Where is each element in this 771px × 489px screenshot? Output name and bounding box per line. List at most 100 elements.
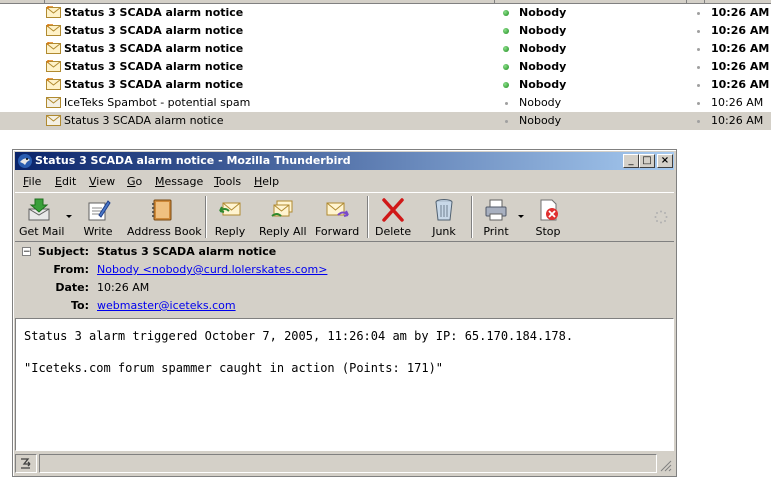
from-row: From: Nobody <nobody@curd.lolerskates.co… — [15, 261, 674, 279]
message-sender: Nobody — [519, 78, 567, 91]
message-subject: Status 3 SCADA alarm notice — [64, 42, 244, 55]
reply-button[interactable]: Reply — [213, 197, 247, 238]
write-button[interactable]: Write — [81, 197, 115, 238]
reply-all-icon — [271, 200, 293, 217]
offline-toggle[interactable] — [15, 454, 37, 473]
main-toolbar: Get Mail Write Address Book Reply Reply … — [15, 192, 674, 242]
title-bar[interactable]: Status 3 SCADA alarm notice - Mozilla Th… — [15, 152, 674, 170]
envelope-icon — [46, 6, 61, 18]
reply-icon — [219, 202, 241, 216]
forward-icon — [326, 202, 349, 217]
minimize-button[interactable]: _ — [623, 154, 639, 168]
menu-tools[interactable]: Tools — [214, 175, 241, 188]
message-row[interactable]: Status 3 SCADA alarm notice Nobody 10:26 A… — [0, 76, 771, 94]
message-row[interactable]: Status 3 SCADA alarm notice Nobody 10:26 A… — [0, 40, 771, 58]
write-icon — [88, 200, 111, 221]
message-body[interactable]: Status 3 alarm triggered October 7, 2005… — [15, 318, 674, 451]
envelope-icon — [46, 24, 61, 36]
address-book-button[interactable]: Address Book — [127, 197, 202, 238]
menu-help[interactable]: Help — [254, 175, 279, 188]
priority-dot-icon — [697, 48, 700, 51]
menu-view[interactable]: View — [89, 175, 115, 188]
body-line: "Iceteks.com forum spammer caught in act… — [24, 361, 444, 375]
offline-icon — [21, 458, 31, 469]
message-sender: Nobody — [519, 96, 562, 109]
window-title: Status 3 SCADA alarm notice - Mozilla Th… — [35, 154, 351, 167]
priority-dot-icon — [697, 120, 700, 123]
date-label: Date: — [55, 281, 89, 294]
subject-label: Subject: — [37, 245, 89, 258]
forward-button[interactable]: Forward — [315, 197, 359, 238]
status-text-panel — [39, 454, 657, 473]
message-subject: IceTeks Spambot - potential spam — [64, 96, 251, 109]
print-icon — [485, 199, 507, 221]
junk-button[interactable]: Junk — [429, 197, 459, 238]
envelope-icon — [46, 60, 61, 72]
message-date: 10:26 AM — [711, 114, 764, 127]
message-date: 10:26 AM — [711, 24, 770, 37]
stop-button[interactable]: Stop — [533, 197, 563, 238]
message-sender: Nobody — [519, 6, 567, 19]
status-dot-icon — [505, 102, 508, 105]
subject-row: Subject: Status 3 SCADA alarm notice — [15, 243, 674, 261]
priority-dot-icon — [697, 102, 700, 105]
message-sender: Nobody — [519, 60, 567, 73]
priority-dot-icon — [697, 12, 700, 15]
status-dot-icon — [505, 120, 508, 123]
menu-edit[interactable]: Edit — [55, 175, 76, 188]
thunderbird-icon — [18, 154, 32, 168]
message-date: 10:26 AM — [711, 60, 770, 73]
get-mail-icon — [28, 198, 50, 221]
delete-icon — [382, 198, 404, 222]
status-bar — [15, 453, 674, 474]
message-header-pane: − Subject: Status 3 SCADA alarm notice F… — [15, 243, 674, 318]
from-label: From: — [53, 263, 89, 276]
reply-all-button[interactable]: Reply All — [259, 197, 307, 238]
online-status-icon — [503, 82, 509, 88]
print-button[interactable]: Print — [479, 197, 513, 238]
message-date: 10:26 AM — [711, 78, 770, 91]
maximize-button[interactable]: □ — [639, 154, 655, 168]
priority-dot-icon — [697, 84, 700, 87]
subject-value: Status 3 SCADA alarm notice — [97, 245, 277, 258]
close-button[interactable]: × — [657, 154, 673, 168]
message-window: Status 3 SCADA alarm notice - Mozilla Th… — [12, 149, 677, 477]
delete-button[interactable]: Delete — [375, 197, 411, 238]
message-subject: Status 3 SCADA alarm notice — [64, 60, 244, 73]
message-date: 10:26 AM — [711, 96, 764, 109]
message-row[interactable]: Status 3 SCADA alarm notice Nobody 10:26 A… — [0, 112, 771, 130]
throbber-icon — [654, 210, 668, 224]
menu-file[interactable]: File — [23, 175, 41, 188]
to-row: To: webmaster@iceteks.com — [15, 297, 674, 315]
body-line: Status 3 alarm triggered October 7, 2005… — [24, 329, 574, 343]
online-status-icon — [503, 28, 509, 34]
envelope-icon — [46, 42, 61, 54]
to-link[interactable]: webmaster@iceteks.com — [97, 297, 236, 315]
message-subject: Status 3 SCADA alarm notice — [64, 6, 244, 19]
date-row: Date: 10:26 AM — [15, 279, 674, 297]
online-status-icon — [503, 64, 509, 70]
menu-message[interactable]: Message — [155, 175, 203, 188]
message-row[interactable]: Status 3 SCADA alarm notice Nobody 10:26 A… — [0, 58, 771, 76]
message-row[interactable]: Status 3 SCADA alarm notice Nobody 10:26 A… — [0, 4, 771, 22]
from-link[interactable]: Nobody <nobody@curd.lolerskates.com> — [97, 261, 327, 279]
get-mail-button[interactable]: Get Mail — [19, 197, 64, 238]
message-subject: Status 3 SCADA alarm notice — [64, 24, 244, 37]
to-label: To: — [71, 299, 89, 312]
message-list: Status 3 SCADA alarm notice Nobody 10:26 A… — [0, 0, 771, 130]
address-book-icon — [152, 199, 172, 221]
message-row[interactable]: IceTeks Spambot - potential spam Nobody 10… — [0, 94, 771, 112]
date-value: 10:26 AM — [97, 281, 150, 294]
resize-grip-icon[interactable] — [660, 460, 672, 472]
envelope-icon — [46, 115, 61, 126]
online-status-icon — [503, 10, 509, 16]
menu-bar: File Edit View Go Message Tools Help — [15, 172, 674, 191]
junk-icon — [435, 199, 453, 221]
priority-dot-icon — [697, 30, 700, 33]
message-sender: Nobody — [519, 24, 567, 37]
priority-dot-icon — [697, 66, 700, 69]
menu-go[interactable]: Go — [127, 175, 142, 188]
message-sender: Nobody — [519, 114, 562, 127]
message-date: 10:26 AM — [711, 6, 770, 19]
message-row[interactable]: Status 3 SCADA alarm notice Nobody 10:26 A… — [0, 22, 771, 40]
